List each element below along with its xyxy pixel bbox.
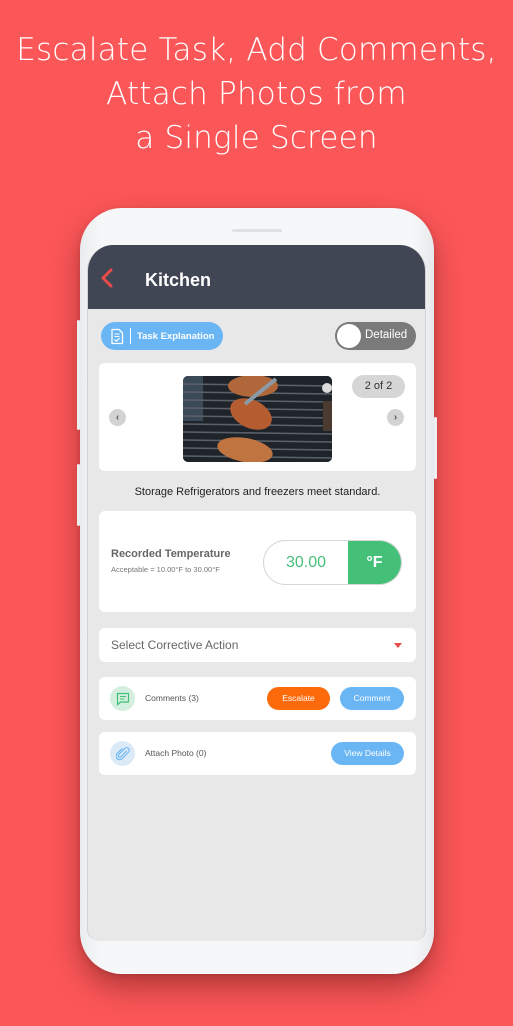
headline-line-2: Attach Photos from [106, 76, 407, 112]
view-details-button[interactable]: View Details [331, 742, 404, 765]
chevron-right-icon: › [393, 412, 398, 423]
carousel-prev-button[interactable]: ‹ [109, 409, 126, 426]
task-description: Storage Refrigerators and freezers meet … [134, 486, 381, 498]
task-explanation-label: Task Explanation [137, 330, 215, 342]
escalate-button[interactable]: Escalate [267, 687, 330, 710]
detailed-toggle[interactable]: Detailed [335, 322, 416, 350]
headline-line-1: Escalate Task, Add Comments, [16, 32, 497, 68]
app-screen: Kitchen Task Explanation Detailed ‹ 2 of… [87, 245, 426, 941]
chevron-left-icon [101, 268, 113, 288]
corrective-action-placeholder: Select Corrective Action [111, 638, 239, 652]
phone-side-button-right [434, 417, 437, 479]
comments-row: Comments (3) Escalate Comment [99, 677, 416, 720]
phone-speaker [232, 229, 282, 232]
comments-label: Comments (3) [145, 693, 199, 703]
task-photo[interactable] [183, 376, 332, 462]
temperature-card: Recorded Temperature Acceptable = 10.00°… [99, 511, 416, 612]
attach-photo-label: Attach Photo (0) [145, 748, 207, 758]
photo-carousel: ‹ 2 of 2 › [99, 363, 416, 471]
grilled-chicken-photo [183, 376, 332, 462]
attach-photo-row: Attach Photo (0) View Details [99, 732, 416, 775]
phone-frame: Kitchen Task Explanation Detailed ‹ 2 of… [77, 208, 437, 974]
chevron-left-icon: ‹ [115, 412, 120, 423]
temperature-unit-button[interactable]: °F [348, 541, 401, 584]
comment-button[interactable]: Comment [340, 687, 404, 710]
carousel-counter: 2 of 2 [352, 375, 405, 398]
attach-icon-badge [110, 741, 135, 766]
comment-icon [116, 692, 129, 705]
corrective-action-select[interactable]: Select Corrective Action [99, 628, 416, 662]
back-button[interactable] [98, 267, 118, 289]
clipboard-check-icon [111, 328, 124, 344]
temperature-input[interactable]: 30.00 [264, 541, 348, 584]
promo-headline: Escalate Task, Add Comments, Attach Phot… [0, 28, 513, 160]
acceptable-range: Acceptable = 10.00°F to 30.00°F [111, 565, 220, 574]
toolbar-row: Task Explanation Detailed [101, 322, 416, 350]
temperature-input-group: 30.00 °F [263, 540, 402, 585]
comments-icon-badge [110, 686, 135, 711]
phone-side-button-left-2 [77, 464, 80, 526]
divider [130, 328, 131, 344]
toggle-knob[interactable] [337, 324, 361, 348]
headline-line-3: a Single Screen [135, 120, 378, 156]
temperature-label: Recorded Temperature [111, 548, 231, 560]
carousel-next-button[interactable]: › [387, 409, 404, 426]
caret-down-icon [394, 643, 402, 648]
page-title: Kitchen [145, 270, 212, 290]
task-explanation-button[interactable]: Task Explanation [101, 322, 223, 350]
app-bar: Kitchen [88, 245, 425, 309]
phone-side-button-left-1 [77, 320, 80, 430]
paperclip-icon [115, 746, 130, 760]
detailed-toggle-label: Detailed [365, 329, 408, 341]
